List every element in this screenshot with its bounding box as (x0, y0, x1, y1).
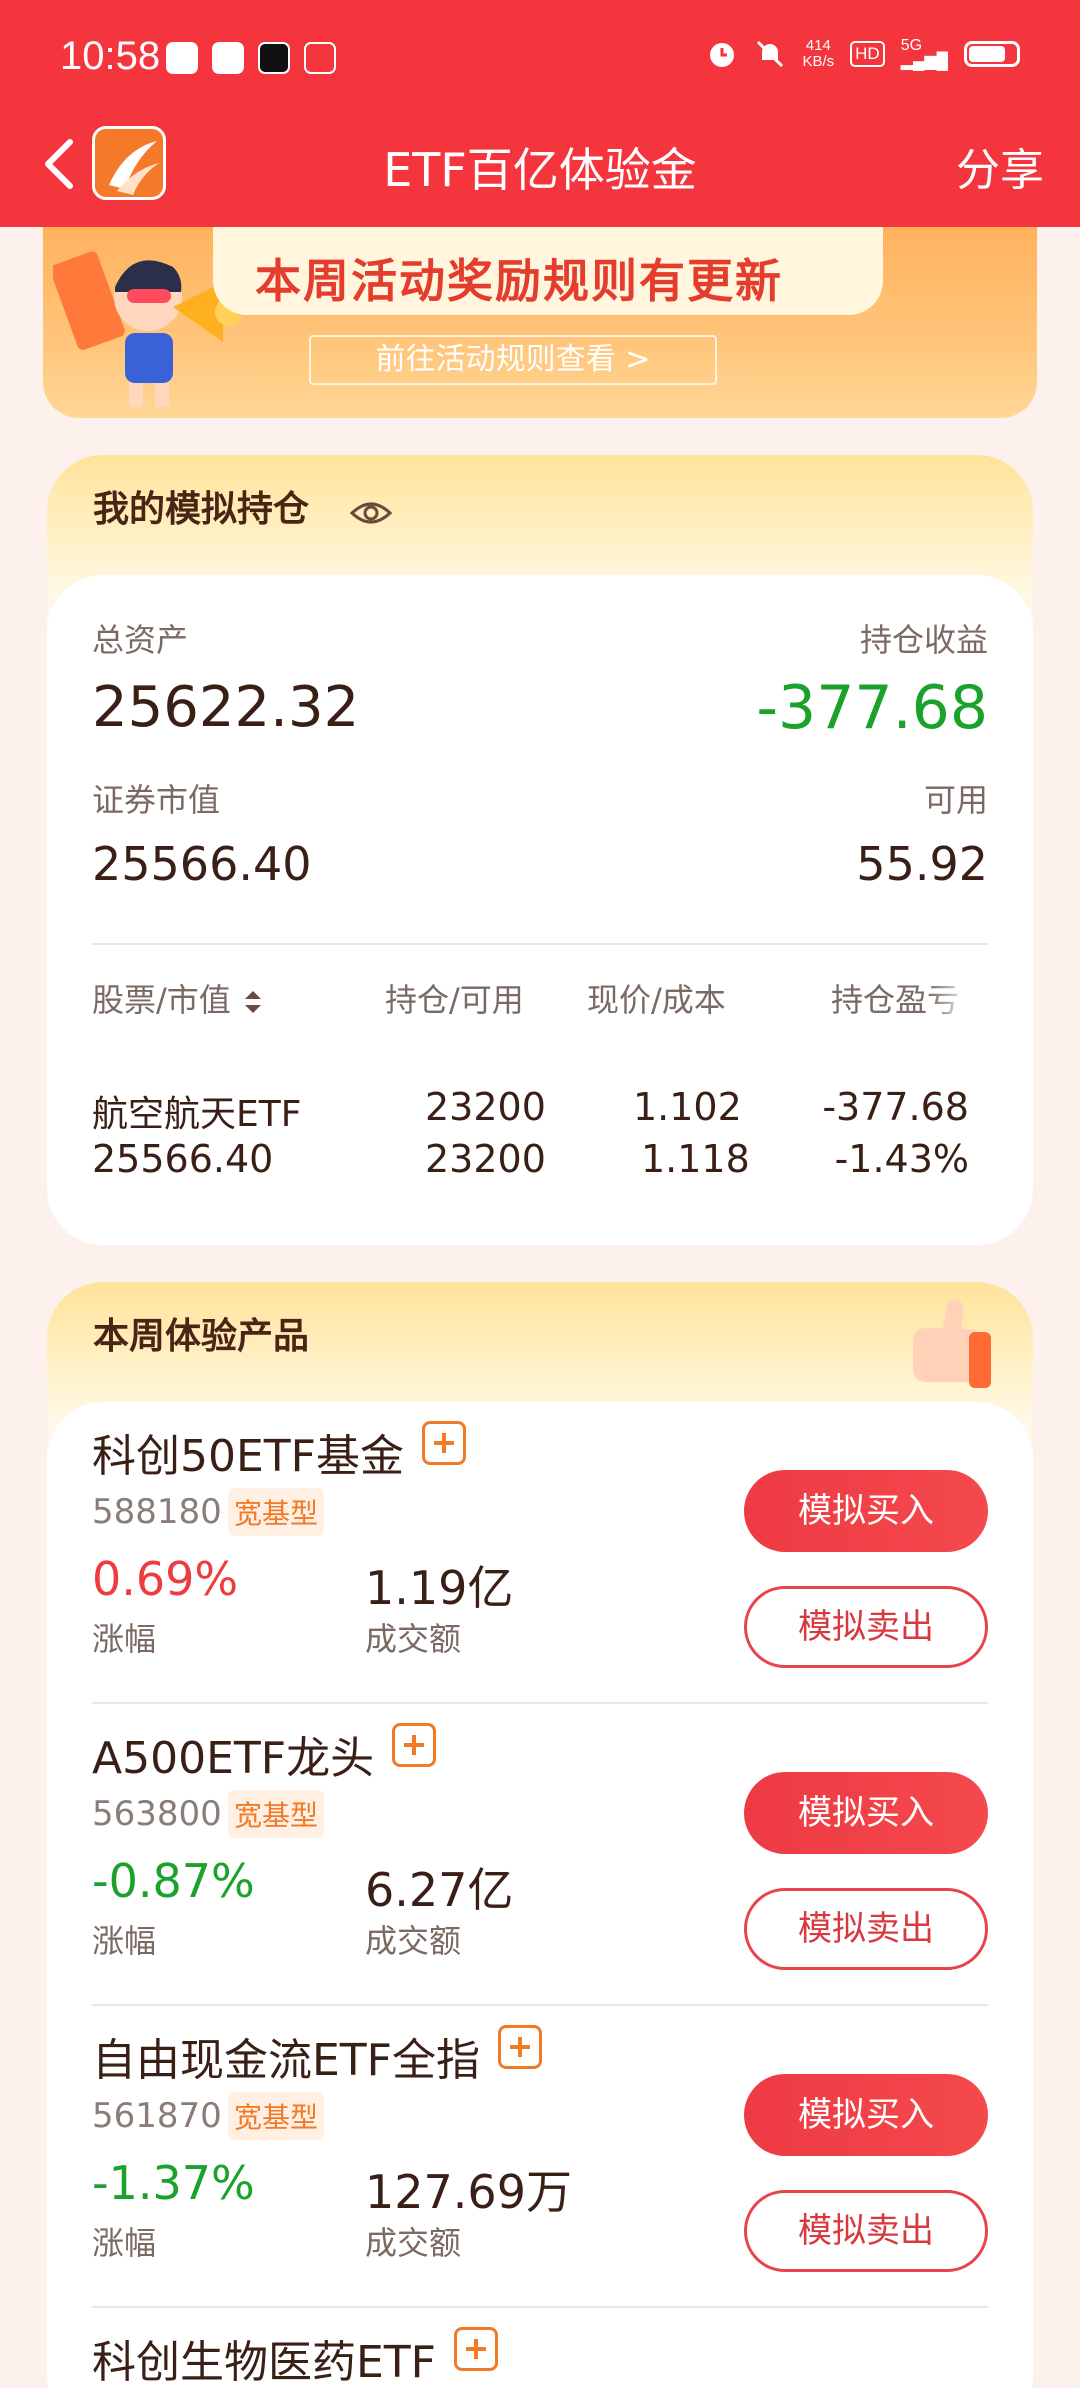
total-assets-value: 25622.32 (92, 675, 360, 740)
volume-value: 6.27亿 (365, 1863, 514, 1917)
status-time: 10:58 (60, 34, 161, 78)
col-header-position: 持仓/可用 (385, 981, 524, 1019)
top-bar: 10:58 414 KB/s HD 5G ▂▄▆█ ETF百亿体验金 分享 (0, 0, 1080, 227)
simulated-buy-button[interactable]: 模拟买入 (744, 1470, 988, 1552)
weekly-products-card: 本周体验产品 科创50ETF基金 588180 宽基型 0.69% 涨幅 1.1… (47, 1282, 1033, 2388)
volume-label: 成交额 (365, 2224, 462, 2262)
simulated-sell-button[interactable]: 模拟卖出 (744, 1586, 988, 1668)
tiktok-icon (258, 42, 290, 74)
app-notification-icon (212, 42, 244, 74)
change-label: 涨幅 (92, 2224, 157, 2262)
holdings-divider (92, 943, 988, 945)
row-position: 23200 (425, 1085, 546, 1129)
product-code: 561870 (92, 2096, 222, 2136)
pnl-label: 持仓收益 (859, 621, 988, 659)
available-value: 55.92 (856, 837, 988, 891)
row-cost: 1.118 (641, 1137, 750, 1181)
battery-icon (964, 41, 1020, 67)
volume-label: 成交额 (365, 1620, 462, 1658)
products-body: 科创50ETF基金 588180 宽基型 0.69% 涨幅 1.19亿 成交额 … (47, 1402, 1033, 2388)
signal-icon: 5G ▂▄▆█ (900, 37, 948, 70)
simulated-sell-button[interactable]: 模拟卖出 (744, 1888, 988, 1970)
product-type-tag: 宽基型 (228, 2092, 325, 2140)
product-name[interactable]: 科创50ETF基金 (92, 1420, 466, 1484)
col-header-price: 现价/成本 (587, 981, 726, 1019)
row-pnl: -377.68 (822, 1085, 969, 1129)
view-rules-link[interactable]: 前往活动规则查看 > (309, 335, 717, 385)
hd-badge: HD (850, 41, 885, 67)
app-notification-icon (304, 42, 336, 74)
product-name[interactable]: 自由现金流ETF全指 (92, 2024, 542, 2088)
simulated-buy-button[interactable]: 模拟买入 (744, 2074, 988, 2156)
status-right: 414 KB/s HD 5G ▂▄▆█ (706, 38, 1020, 70)
list-item: A500ETF龙头 563800 宽基型 -0.87% 涨幅 6.27亿 成交额… (92, 1704, 988, 2006)
thumbs-up-icon (913, 1298, 991, 1388)
row-available: 23200 (425, 1137, 546, 1181)
simulated-sell-button[interactable]: 模拟卖出 (744, 2190, 988, 2272)
share-button[interactable]: 分享 (956, 134, 1044, 198)
rules-update-banner[interactable]: 本周活动奖励规则有更新 前往活动规则查看 > (43, 227, 1037, 418)
add-watchlist-icon[interactable] (392, 1723, 437, 1767)
volume-value: 127.69万 (365, 2165, 572, 2219)
volume-value: 1.19亿 (365, 1561, 514, 1615)
mute-bell-icon (757, 40, 784, 68)
add-watchlist-icon[interactable] (498, 2025, 542, 2069)
net-speed: 414 KB/s (802, 37, 835, 70)
product-type-tag: 宽基型 (228, 1790, 325, 1838)
change-value: -0.87% (92, 1854, 255, 1908)
list-item: 科创50ETF基金 588180 宽基型 0.69% 涨幅 1.19亿 成交额 … (92, 1402, 988, 1704)
simulated-buy-button[interactable]: 模拟买入 (744, 1772, 988, 1854)
app-notification-icon (166, 42, 198, 74)
sort-icon (244, 991, 261, 1013)
product-code: 588180 (92, 1492, 222, 1532)
list-item: 自由现金流ETF全指 561870 宽基型 -1.37% 涨幅 127.69万 … (92, 2006, 988, 2308)
change-value: 0.69% (92, 1552, 239, 1606)
row-pnl-pct: -1.43% (834, 1137, 969, 1181)
banner-headline: 本周活动奖励规则有更新 (255, 254, 783, 308)
row-price: 1.102 (633, 1085, 742, 1129)
market-value: 25566.40 (92, 837, 312, 891)
add-watchlist-icon[interactable] (421, 1421, 466, 1465)
product-name[interactable]: A500ETF龙头 (92, 1722, 437, 1786)
change-value: -1.37% (92, 2156, 255, 2210)
notification-icons (166, 42, 336, 74)
change-label: 涨幅 (92, 1922, 157, 1960)
available-label: 可用 (923, 781, 988, 819)
product-code: 563800 (92, 1794, 222, 1834)
page-title: ETF百亿体验金 (383, 143, 697, 197)
pnl-value: -377.68 (756, 673, 988, 743)
nav-bar: ETF百亿体验金 分享 (0, 118, 1080, 227)
alarm-icon (710, 43, 735, 67)
row-stock-value: 25566.40 (92, 1137, 274, 1181)
eye-icon[interactable] (349, 495, 393, 531)
holdings-title: 我的模拟持仓 (93, 489, 310, 531)
holdings-card: 我的模拟持仓 总资产 25622.32 持仓收益 -377.68 证券市值 25… (47, 455, 1033, 1245)
products-title: 本周体验产品 (93, 1316, 310, 1358)
add-watchlist-icon[interactable] (454, 2327, 498, 2371)
holdings-body: 总资产 25622.32 持仓收益 -377.68 证券市值 25566.40 … (47, 575, 1033, 1245)
volume-label: 成交额 (365, 1922, 462, 1960)
list-item: 科创生物医药ETF 模拟买入 (92, 2308, 988, 2388)
market-value-label: 证券市值 (92, 781, 221, 819)
product-type-tag: 宽基型 (228, 1488, 325, 1536)
col-header-stock[interactable]: 股票/市值 (92, 975, 265, 1021)
product-name[interactable]: 科创生物医药ETF (92, 2326, 498, 2388)
row-stock-name: 航空航天ETF (92, 1094, 302, 1135)
total-assets-label: 总资产 (92, 621, 189, 659)
col-header-pnl: 持仓盈亏 (831, 981, 960, 1019)
change-label: 涨幅 (92, 1620, 157, 1658)
status-bar: 10:58 414 KB/s HD 5G ▂▄▆█ (0, 0, 1080, 118)
